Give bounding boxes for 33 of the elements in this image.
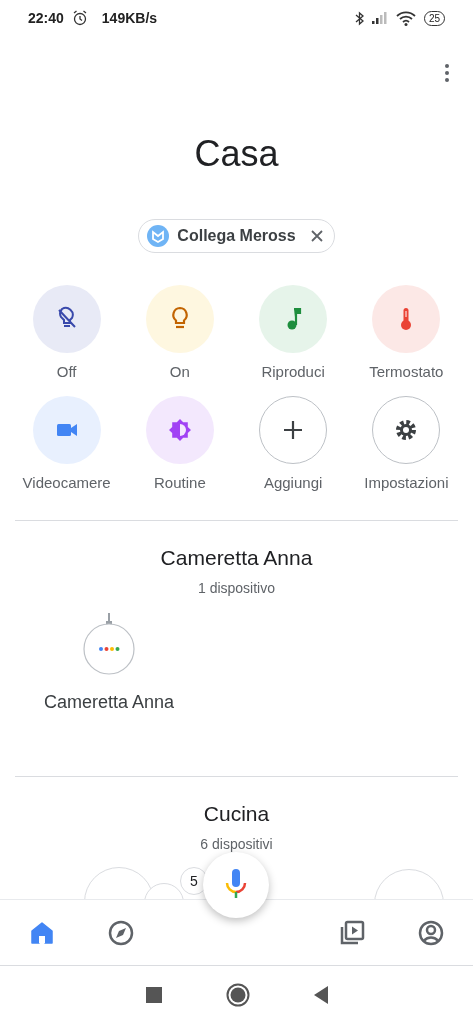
square-icon — [145, 987, 162, 1004]
device-name[interactable]: Cameretta Anna — [44, 689, 175, 717]
device-count: 6 dispositivi — [199, 835, 274, 855]
clock-time: 22:40 — [28, 8, 64, 28]
action-label: Routine — [154, 472, 206, 493]
triangle-icon — [313, 986, 328, 1005]
compass-icon — [107, 918, 136, 947]
signal-icon — [371, 12, 388, 24]
action-label: On — [169, 362, 190, 382]
circle-icon — [225, 982, 250, 1007]
chip-label: Collega Meross — [177, 226, 296, 246]
bluetooth-icon — [354, 10, 364, 26]
logo-icon — [147, 225, 170, 247]
action-label: Riproduci — [261, 362, 325, 382]
smart-speaker-icon — [83, 613, 136, 676]
wifi-icon — [395, 10, 416, 26]
home-button[interactable] — [225, 982, 250, 1007]
network-speed: 149KB/s — [101, 8, 158, 28]
device-count: 1 dispositivo — [196, 579, 276, 599]
action-label: Off — [56, 362, 77, 382]
action-label: Videocamere — [22, 472, 111, 493]
action-label: Aggiungi — [263, 472, 323, 493]
more-icon — [445, 63, 449, 82]
action-label: Termostato — [369, 362, 444, 382]
link-chip[interactable]: Collega Meross — [138, 219, 335, 253]
room-title: Cucina — [202, 801, 271, 827]
alarm-icon — [71, 10, 88, 26]
room-title: Cameretta Anna — [159, 545, 314, 571]
action-label: Impostazioni — [364, 472, 449, 493]
close-icon — [309, 229, 324, 243]
microphone-button[interactable] — [203, 852, 269, 918]
account-icon — [417, 918, 445, 947]
home-title: Casa — [193, 136, 280, 172]
